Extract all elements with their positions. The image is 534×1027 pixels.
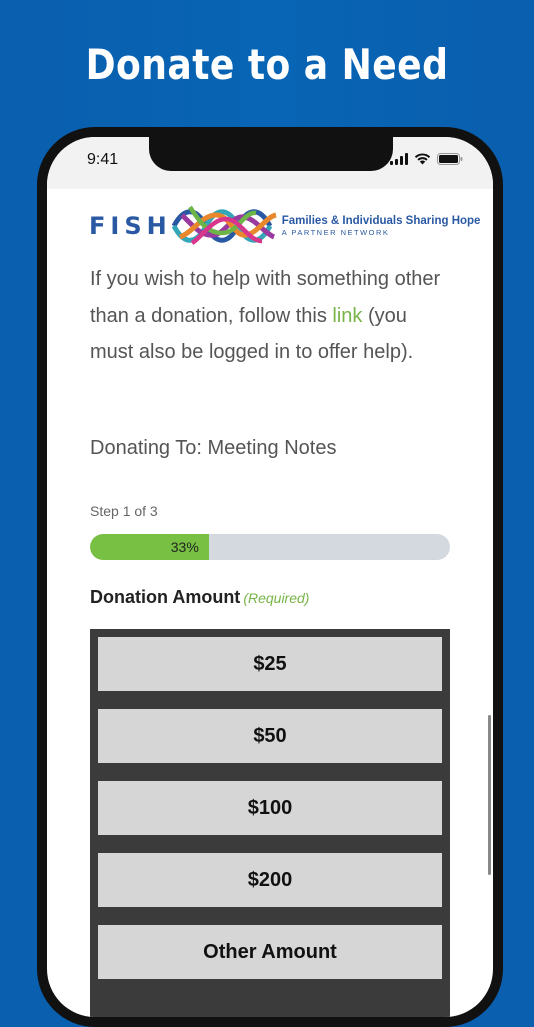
status-time: 9:41 [87,151,119,168]
amount-option-200[interactable]: $200 [98,853,442,907]
logo-wordmark: FISH [89,212,172,240]
donation-amount-title: Donation Amount [90,587,241,607]
required-indicator: (Required) [243,590,310,606]
fish-logo: FISH Families & Individuals Sharing Hope… [89,203,480,249]
amount-option-25[interactable]: $25 [98,637,442,691]
scrollbar[interactable] [488,715,491,875]
status-bar: 9:41 [47,137,493,189]
phone-frame: 9:41 FISH Families & Individuals Sharing… [37,127,503,1027]
help-link[interactable]: link [332,305,362,327]
signal-icon [390,153,408,165]
knot-logo-icon [171,205,277,245]
notch [149,137,393,171]
logo-text: Families & Individuals Sharing Hope A PA… [282,215,481,237]
amount-option-50[interactable]: $50 [98,709,442,763]
donating-to-label: Donating To: Meeting Notes [90,437,337,459]
logo-subline: A PARTNER NETWORK [281,228,390,237]
battery-icon [437,153,463,165]
amount-option-other[interactable]: Other Amount [98,925,442,979]
logo-tagline: Families & Individuals Sharing Hope [281,215,481,227]
amount-option-100[interactable]: $100 [98,781,442,835]
progress-bar: 33% [90,534,450,560]
wifi-icon [414,153,431,165]
phone-screen: 9:41 FISH Families & Individuals Sharing… [47,137,493,1017]
status-icons [390,153,463,165]
progress-percent: 33% [170,539,199,555]
step-indicator: Step 1 of 3 [90,503,158,519]
donation-amount-label: Donation Amount (Required) [90,587,309,608]
progress-fill: 33% [90,534,209,560]
donation-amount-options: $25 $50 $100 $200 Other Amount [90,629,450,1017]
page-headline: Donate to a Need [85,40,449,89]
intro-paragraph: If you wish to help with something other… [90,261,450,371]
